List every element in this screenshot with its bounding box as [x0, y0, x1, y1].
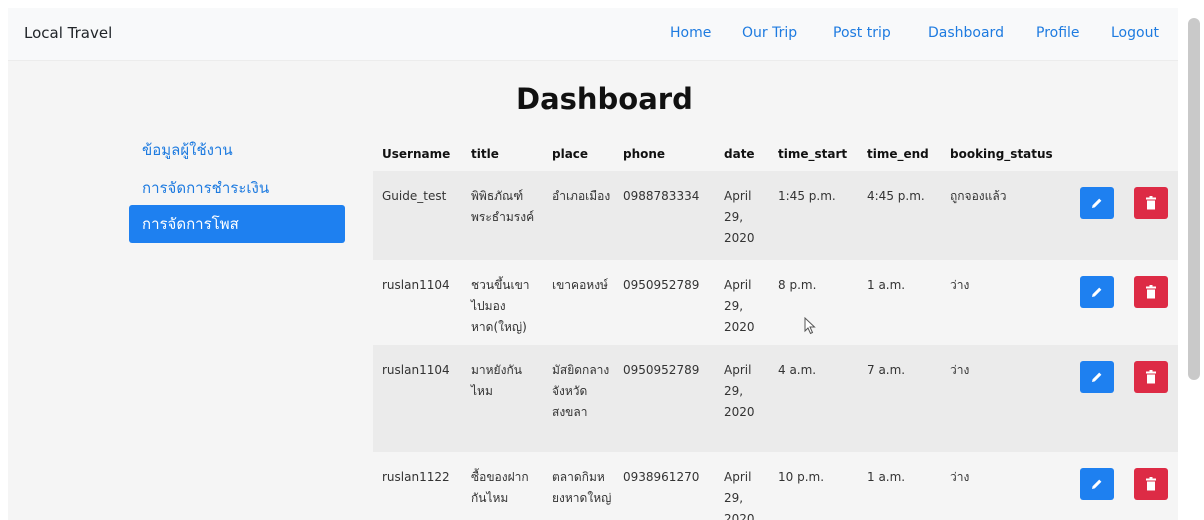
edit-button[interactable] — [1080, 468, 1114, 500]
cell-time-end: 1 a.m. — [867, 278, 906, 292]
cell-phone: 0950952789 — [614, 345, 715, 452]
brand-logo[interactable]: Local Travel — [24, 24, 112, 42]
pencil-icon — [1092, 198, 1102, 208]
table-header-row: Username title place phone date time_sta… — [373, 136, 1178, 171]
pencil-icon — [1092, 287, 1102, 297]
header-booking-status: booking_status — [950, 146, 1053, 161]
page-scrollbar[interactable] — [1188, 18, 1200, 380]
cell-title: มาหยังกันไหม — [462, 345, 543, 452]
cell-time-end: 7 a.m. — [858, 345, 941, 452]
edit-button[interactable] — [1080, 276, 1114, 308]
trash-icon — [1146, 196, 1156, 210]
table-row: Guide_test พิพิธภัณฑ์พระธำมรงค์ อำเภอเมื… — [373, 171, 1178, 260]
header-phone: phone — [623, 146, 666, 161]
page-title: Dashboard — [516, 82, 693, 116]
nav-post-trip[interactable]: Post trip — [833, 25, 891, 41]
cell-phone: 0950952789 — [623, 278, 700, 292]
trash-icon — [1146, 285, 1156, 299]
cell-time-end: 1 a.m. — [867, 470, 906, 484]
cell-time-end: 4:45 p.m. — [858, 171, 941, 260]
pencil-icon — [1092, 372, 1102, 382]
edit-button[interactable] — [1080, 187, 1114, 219]
header-time-end: time_end — [867, 146, 929, 161]
cell-phone: 0988783334 — [614, 171, 715, 260]
edit-button[interactable] — [1080, 361, 1114, 393]
navbar: Local Travel Home Our Trip Post trip Das… — [8, 8, 1178, 61]
cell-date: April 29, 2020 — [724, 278, 755, 334]
pencil-icon — [1092, 479, 1102, 489]
browser-viewport: Local Travel Home Our Trip Post trip Das… — [8, 8, 1178, 520]
trash-icon — [1146, 477, 1156, 491]
table-row: ruslan1104 มาหยังกันไหม มัสยิดกลางจังหวั… — [373, 345, 1178, 452]
nav-home[interactable]: Home — [670, 25, 711, 41]
trash-icon — [1146, 370, 1156, 384]
cell-booking-status: ว่าง — [941, 345, 1064, 452]
cell-title: ชวนขึ้นเขาไปมองหาด(ใหญ่) — [471, 278, 530, 334]
cell-booking-status: ถูกจองแล้ว — [941, 171, 1064, 260]
cell-date: April 29, 2020 — [715, 171, 769, 260]
sidebar-item-payments[interactable]: การจัดการชำระเงิน — [142, 176, 269, 200]
cell-place: อำเภอเมือง — [543, 171, 614, 260]
header-place: place — [552, 146, 589, 161]
delete-button[interactable] — [1134, 468, 1168, 500]
cell-username: ruslan1104 — [382, 278, 450, 292]
cell-time-start: 4 a.m. — [769, 345, 858, 452]
cell-booking-status: ว่าง — [950, 470, 970, 484]
nav-logout[interactable]: Logout — [1111, 25, 1159, 41]
cell-title: พิพิธภัณฑ์พระธำมรงค์ — [462, 171, 543, 260]
cell-username: ruslan1104 — [373, 345, 462, 452]
cell-username: Guide_test — [373, 171, 462, 260]
table-row: ruslan1104 ชวนขึ้นเขาไปมองหาด(ใหญ่) เขาค… — [373, 260, 1178, 345]
sidebar-item-user-info[interactable]: ข้อมูลผู้ใช้งาน — [142, 138, 233, 162]
delete-button[interactable] — [1134, 187, 1168, 219]
posts-table: Username title place phone date time_sta… — [373, 136, 1178, 520]
cell-place: ตลาดกิมหยงหาดใหญ่ — [552, 470, 612, 505]
mouse-cursor-icon — [804, 317, 816, 335]
cell-booking-status: ว่าง — [950, 278, 970, 292]
cell-time-start: 1:45 p.m. — [769, 171, 858, 260]
header-username: Username — [382, 146, 451, 161]
nav-our-trip[interactable]: Our Trip — [742, 25, 797, 41]
cell-username: ruslan1122 — [382, 470, 450, 484]
delete-button[interactable] — [1134, 361, 1168, 393]
cell-date: April 29, 2020 — [715, 345, 769, 452]
header-date: date — [724, 146, 755, 161]
sidebar-item-posts[interactable]: การจัดการโพส — [129, 205, 345, 243]
cell-title: ซื้อของฝากกันไหม — [471, 470, 529, 505]
cell-date: April 29, 2020 — [724, 470, 755, 520]
header-time-start: time_start — [778, 146, 848, 161]
cell-place: เขาคอหงษ์ — [552, 278, 608, 292]
nav-dashboard[interactable]: Dashboard — [928, 25, 1004, 41]
nav-profile[interactable]: Profile — [1036, 25, 1080, 41]
table-row: ruslan1122 ซื้อของฝากกันไหม ตลาดกิมหยงหา… — [373, 452, 1178, 520]
cell-phone: 0938961270 — [623, 470, 700, 484]
delete-button[interactable] — [1134, 276, 1168, 308]
cell-time-start: 10 p.m. — [778, 470, 825, 484]
header-title: title — [471, 146, 499, 161]
cell-place: มัสยิดกลางจังหวัดสงขลา — [543, 345, 614, 452]
